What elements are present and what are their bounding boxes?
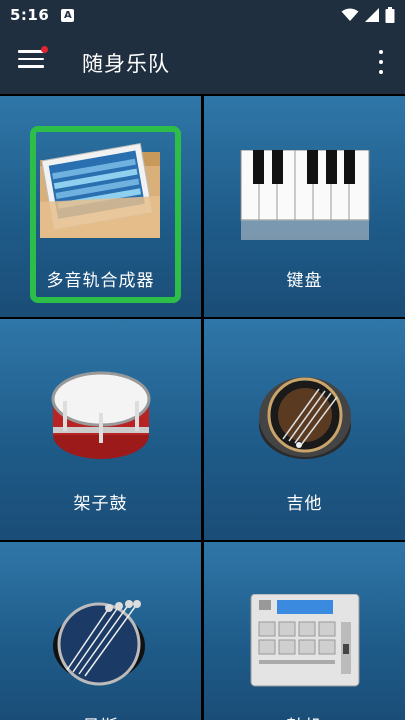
drum-machine-icon [250,594,359,687]
menu-button[interactable] [18,46,48,74]
piano-keys-icon [240,150,369,240]
drum-icon [51,371,150,459]
tile-label: 键盘 [286,271,323,291]
tile-guitar[interactable]: 吉他 [204,319,405,540]
wifi-icon [341,8,359,21]
tile-label: 鼓机 [204,712,405,720]
status-time: 5:16 [10,6,50,24]
status-bar: 5:16 A [0,0,405,30]
instrument-grid: 多音轨合成器 键盘 架子鼓 吉他 [0,96,405,720]
tile-bass[interactable]: 贝斯 [0,542,201,720]
notification-icon: A [61,8,75,22]
tile-label: 贝斯 [0,712,201,720]
app-title: 随身乐队 [82,52,170,76]
tile-keyboard[interactable]: 键盘 [204,96,405,317]
signal-icon [365,8,379,22]
guitar-icon [258,377,351,459]
bass-icon [52,600,145,686]
notification-badge [41,46,48,53]
tile-label: 多音轨合成器 [46,271,155,291]
tile-label: 架子鼓 [73,494,128,514]
app-bar: 随身乐队 [0,30,405,94]
tile-drum-machine[interactable]: 鼓机 [204,542,405,720]
multitrack-folder-icon [39,142,160,238]
tile-label: 吉他 [286,494,323,514]
status-icons [341,7,395,23]
more-options-button[interactable] [377,50,385,74]
battery-icon [385,7,395,23]
tile-multitrack[interactable]: 多音轨合成器 [0,96,201,317]
tile-drum-kit[interactable]: 架子鼓 [0,319,201,540]
